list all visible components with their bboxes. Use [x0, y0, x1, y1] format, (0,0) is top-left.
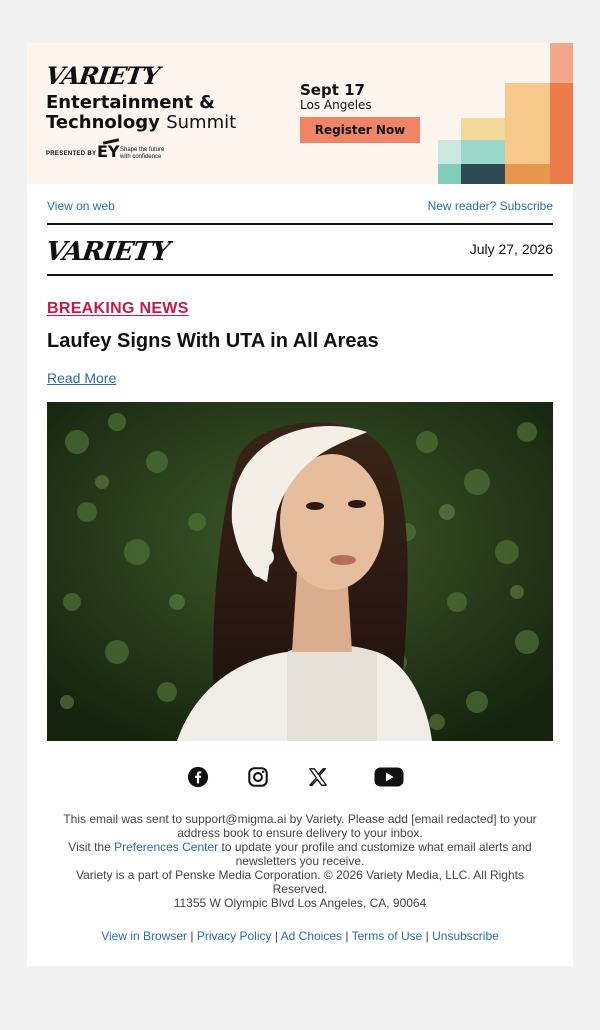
footer-separator: |: [190, 929, 194, 943]
article-photo[interactable]: [47, 402, 553, 741]
facebook-icon[interactable]: [186, 765, 210, 789]
event-date: Sept 17: [300, 81, 365, 99]
banner-variety-logo: VARIETY: [43, 61, 161, 90]
footer-text: This email was sent to support@migma.ai …: [57, 812, 543, 910]
banner-block: [550, 83, 573, 184]
banner-block: [505, 164, 550, 184]
summit-title-summit: Summit: [166, 112, 237, 133]
view-in-browser-link[interactable]: View in Browser: [101, 929, 187, 943]
article-photo-illustration: [47, 402, 553, 741]
article-headline[interactable]: Laufey Signs With UTA in All Areas: [47, 330, 379, 353]
register-now-button[interactable]: Register Now: [300, 117, 420, 143]
email-card: VARIETY Entertainment & Technology Summi…: [27, 43, 573, 966]
footer-separator: |: [345, 929, 349, 943]
banner-block: [461, 164, 505, 184]
footer-visit-prefix: Visit the: [68, 840, 115, 854]
footer-visit-suffix: to update your profile and customize wha…: [218, 840, 532, 868]
footer-separator: |: [274, 929, 278, 943]
issue-date: July 27, 2026: [469, 241, 553, 257]
ey-tagline-line2: with confidence: [120, 154, 162, 160]
unsubscribe-link[interactable]: Unsubscribe: [432, 929, 499, 943]
summit-banner[interactable]: VARIETY Entertainment & Technology Summi…: [27, 43, 573, 184]
summit-title-line1: Entertainment &: [46, 92, 215, 113]
summit-title-technology: Technology: [46, 112, 160, 133]
banner-block: [438, 140, 461, 164]
presented-by-label: PRESENTED BY: [46, 151, 97, 157]
variety-logo[interactable]: VARIETY: [44, 237, 171, 267]
header-top-rule: [47, 223, 553, 225]
summit-title: Entertainment & Technology Summit: [46, 93, 286, 133]
header-bottom-rule: [47, 274, 553, 276]
instagram-icon[interactable]: [246, 765, 270, 789]
ey-logo: EY: [97, 142, 120, 161]
footer-address: 11355 W Olympic Blvd Los Angeles, CA, 90…: [173, 896, 427, 910]
ey-tagline: Shape the future with confidence: [120, 147, 164, 161]
banner-block: [438, 164, 461, 184]
youtube-icon[interactable]: [374, 765, 404, 789]
subscribe-link[interactable]: New reader? Subscribe: [428, 199, 553, 213]
terms-of-use-link[interactable]: Terms of Use: [352, 929, 423, 943]
read-more-link[interactable]: Read More: [47, 370, 116, 386]
breaking-news-link[interactable]: BREAKING NEWS: [47, 300, 189, 318]
footer-sent-to: This email was sent to support@migma.ai …: [63, 812, 537, 840]
x-icon[interactable]: [306, 765, 330, 789]
footer-separator: |: [425, 929, 429, 943]
event-location: Los Angeles: [300, 98, 372, 112]
privacy-policy-link[interactable]: Privacy Policy: [197, 929, 272, 943]
ey-tagline-line1: Shape the future: [120, 147, 165, 153]
footer-preferences: Visit the Preferences Center to update y…: [57, 840, 543, 868]
footer-links: View in Browser | Privacy Policy | Ad Ch…: [27, 929, 573, 943]
summit-title-line2: Technology Summit: [46, 113, 286, 133]
banner-block: [505, 83, 550, 164]
banner-block: [461, 140, 505, 164]
preferences-center-link[interactable]: Preferences Center: [114, 840, 218, 854]
footer-corp: Variety is a part of Penske Media Corpor…: [76, 868, 524, 896]
ad-choices-link[interactable]: Ad Choices: [281, 929, 342, 943]
view-on-web-link[interactable]: View on web: [47, 199, 115, 213]
banner-block: [550, 43, 573, 83]
